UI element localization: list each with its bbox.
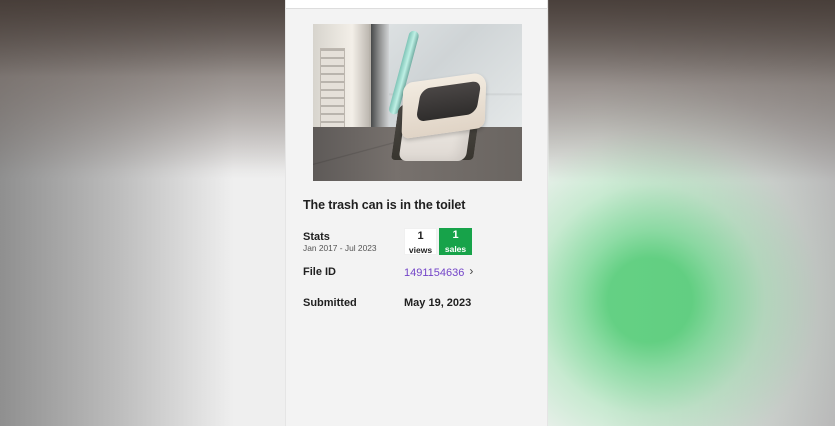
sales-count: 1 — [452, 229, 459, 241]
top-divider — [286, 0, 547, 9]
chevron-right-icon: › — [469, 264, 474, 278]
file-id-label: File ID — [303, 266, 337, 278]
stats-date-range: Jan 2017 - Jul 2023 — [303, 243, 377, 253]
screenshot-page: The trash can is in the toilet Stats Jan… — [0, 0, 835, 426]
trash-can-lid-top — [415, 80, 482, 123]
sales-label: sales — [444, 244, 467, 254]
submitted-label: Submitted — [303, 297, 357, 309]
sales-stat-badge: 1 sales — [439, 228, 472, 255]
file-id-link[interactable]: 1491154636 › — [404, 264, 474, 280]
file-id-value: 1491154636 — [404, 267, 465, 279]
trash-can — [390, 71, 487, 164]
views-stat-badge: 1 views — [404, 228, 437, 255]
trash-can-photo — [313, 24, 522, 181]
submitted-date: May 19, 2023 — [404, 297, 472, 309]
asset-title: The trash can is in the toilet — [303, 198, 466, 212]
views-count: 1 — [417, 230, 424, 242]
views-label: views — [408, 245, 433, 255]
asset-details-panel: The trash can is in the toilet Stats Jan… — [285, 0, 548, 426]
